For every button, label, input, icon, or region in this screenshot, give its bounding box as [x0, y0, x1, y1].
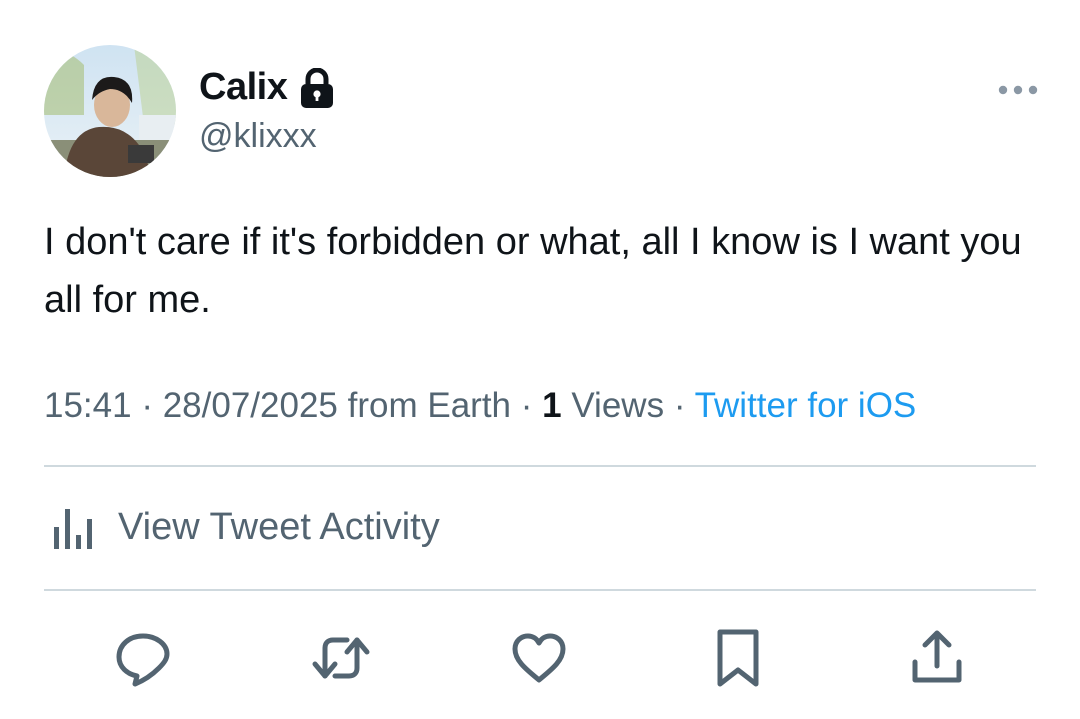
view-tweet-activity-button[interactable]: View Tweet Activity [52, 505, 440, 549]
bookmark-icon [717, 629, 759, 687]
views-count: 1 [542, 386, 562, 425]
bookmark-button[interactable] [706, 626, 770, 690]
tweet-text: I don't care if it's forbidden or what, … [44, 221, 1022, 321]
share-button[interactable] [905, 626, 969, 690]
reply-icon [116, 633, 170, 687]
user-handle[interactable]: @klixxx [199, 117, 317, 156]
analytics-icon [52, 505, 100, 549]
avatar[interactable] [44, 45, 176, 177]
share-icon [912, 630, 962, 683]
meta-separator: · [673, 386, 686, 425]
lock-icon [299, 67, 335, 108]
meta-separator: · [520, 386, 533, 425]
divider [44, 465, 1036, 467]
retweet-icon [312, 637, 370, 679]
avatar-photo [44, 45, 176, 177]
tweet-location: from Earth [347, 386, 512, 425]
reply-button[interactable] [111, 626, 175, 690]
tweet-source-link[interactable]: Twitter for iOS [695, 386, 917, 425]
tweet-date[interactable]: 28/07/2025 [163, 386, 338, 425]
view-tweet-activity-label: View Tweet Activity [118, 505, 440, 548]
more-options-icon[interactable] [997, 80, 1039, 100]
tweet-time[interactable]: 15:41 [44, 386, 132, 425]
display-name[interactable]: Calix [199, 66, 288, 109]
retweet-button[interactable] [309, 626, 373, 690]
divider [44, 589, 1036, 591]
views-label: Views [571, 386, 665, 425]
tweet-meta: 15:41 · 28/07/2025 from Earth · 1 Views … [44, 386, 916, 426]
like-icon [512, 633, 566, 683]
meta-separator: · [141, 386, 153, 425]
like-button[interactable] [507, 626, 571, 690]
author-name-row[interactable]: Calix [199, 66, 335, 109]
